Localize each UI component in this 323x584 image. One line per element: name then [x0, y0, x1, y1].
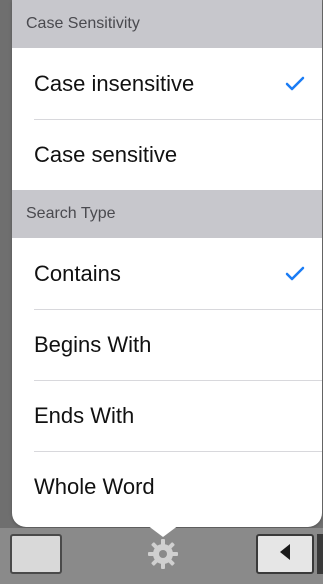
option-label: Case insensitive — [34, 70, 195, 96]
option-label: Begins With — [34, 331, 152, 357]
popover-pointer — [147, 525, 179, 537]
toolbar-edge — [317, 534, 323, 574]
checkmark-icon — [284, 263, 306, 285]
option-ends-with[interactable]: Ends With — [12, 380, 322, 451]
option-whole-word[interactable]: Whole Word — [12, 451, 322, 522]
option-label: Ends With — [34, 402, 135, 428]
gear-icon[interactable] — [144, 534, 182, 574]
checkmark-icon — [284, 73, 306, 95]
search-options-popover: Case Sensitivity Case insensitive Case s… — [12, 0, 322, 527]
option-contains[interactable]: Contains — [12, 238, 322, 309]
section-header-search-type: Search Type — [12, 190, 322, 238]
back-button[interactable] — [256, 534, 314, 574]
back-triangle-icon — [278, 543, 292, 566]
option-case-sensitive[interactable]: Case sensitive — [12, 119, 322, 190]
option-label: Case sensitive — [34, 141, 178, 167]
option-begins-with[interactable]: Begins With — [12, 309, 322, 380]
section-header-label: Search Type — [26, 205, 116, 222]
section-header-label: Case Sensitivity — [26, 15, 140, 32]
option-case-insensitive[interactable]: Case insensitive — [12, 48, 322, 119]
section-header-case-sensitivity: Case Sensitivity — [12, 0, 322, 48]
option-label: Whole Word — [34, 473, 155, 499]
option-label: Contains — [34, 260, 121, 286]
toolbar-left-button[interactable] — [10, 534, 62, 574]
